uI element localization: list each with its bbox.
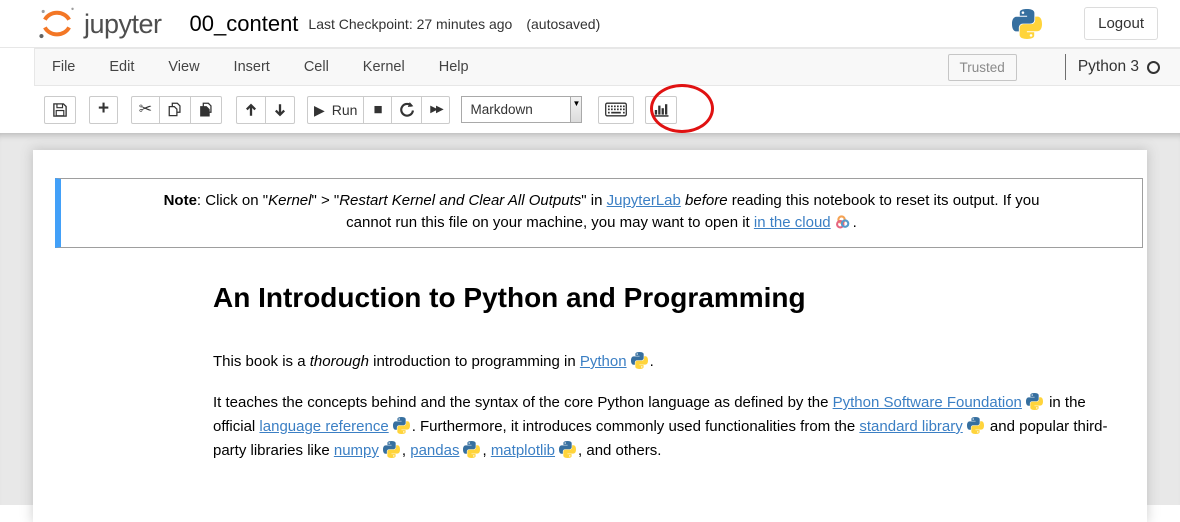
note-cell[interactable]: Note: Click on "Kernel" > "Restart Kerne… (55, 178, 1143, 248)
interrupt-kernel-button[interactable]: ■ (363, 96, 392, 124)
kernel-idle-icon (1147, 61, 1160, 74)
arrow-up-icon (243, 102, 259, 118)
play-icon: ▶ (314, 103, 325, 117)
dropdown-strip: ▼ (570, 97, 581, 122)
paste-cell-button[interactable] (190, 96, 222, 124)
restart-run-all-button[interactable]: ▶▶ (421, 96, 450, 124)
binder-icon (835, 214, 851, 230)
fast-forward-icon: ▶▶ (430, 104, 441, 115)
python-icon (967, 417, 984, 434)
content-link[interactable]: language reference (259, 418, 411, 435)
jupyter-logo[interactable]: jupyter (38, 4, 162, 44)
cell-type-value: Markdown (462, 102, 570, 117)
logout-button[interactable]: Logout (1084, 7, 1158, 40)
menu-edit[interactable]: Edit (92, 49, 151, 85)
stop-icon: ■ (373, 102, 382, 117)
notebook-area: Note: Click on "Kernel" > "Restart Kerne… (0, 133, 1180, 505)
menubar: File Edit View Insert Cell Kernel Help T… (34, 48, 1180, 86)
add-cell-button[interactable]: + (89, 96, 118, 124)
markdown-cell[interactable]: An Introduction to Python and Programmin… (213, 283, 1125, 463)
kernel-divider (1065, 54, 1066, 80)
python-icon (631, 352, 648, 369)
content-link[interactable]: pandas (410, 442, 482, 459)
chevron-down-icon: ▼ (573, 100, 581, 122)
menu-help[interactable]: Help (422, 49, 486, 85)
copy-cell-button[interactable] (159, 96, 191, 124)
page-title: An Introduction to Python and Programmin… (213, 283, 1125, 313)
jupyter-wordmark: jupyter (84, 4, 162, 44)
jupyter-logo-icon (38, 4, 76, 44)
trusted-badge[interactable]: Trusted (948, 54, 1017, 81)
bar-chart-icon (652, 101, 670, 118)
notebook-page: Note: Click on "Kernel" > "Restart Kerne… (33, 150, 1147, 522)
python-icon (559, 441, 576, 458)
cut-cell-button[interactable]: ✂ (131, 96, 160, 124)
python-icon (393, 417, 410, 434)
content-link[interactable]: matplotlib (491, 442, 578, 459)
content-link[interactable]: numpy (334, 442, 402, 459)
save-icon (51, 101, 69, 119)
command-palette-button[interactable] (598, 96, 634, 124)
plus-icon: + (98, 99, 109, 118)
restart-icon (398, 101, 415, 118)
move-cell-up-button[interactable] (236, 96, 266, 124)
notebook-header: jupyter 00_content Last Checkpoint: 27 m… (0, 0, 1180, 48)
kernel-name: Python 3 (1078, 58, 1139, 76)
run-cell-button[interactable]: ▶ Run (307, 96, 364, 124)
python-icon (383, 441, 400, 458)
run-group: ▶ Run ■ ▶▶ (307, 96, 450, 124)
menu-kernel[interactable]: Kernel (346, 49, 422, 85)
clipboard-group: ✂ (131, 96, 222, 124)
toolbar: + ✂ ▶ (0, 86, 1180, 133)
paste-icon (197, 101, 215, 119)
arrow-down-icon (272, 102, 288, 118)
menu-insert[interactable]: Insert (217, 49, 287, 85)
notebook-title[interactable]: 00_content (190, 11, 299, 37)
save-button[interactable] (44, 96, 76, 124)
scissors-icon: ✂ (139, 102, 152, 118)
move-cell-down-button[interactable] (265, 96, 295, 124)
description-paragraph: It teaches the concepts behind and the s… (213, 391, 1125, 463)
content-link[interactable]: Python Software Foundation (833, 394, 1045, 411)
menu-view[interactable]: View (151, 49, 216, 85)
menu-file[interactable]: File (35, 49, 92, 85)
chart-extension-button[interactable] (645, 96, 677, 124)
move-group (236, 96, 295, 124)
run-label: Run (332, 102, 358, 118)
content-link[interactable]: Python (580, 353, 650, 370)
restart-kernel-button[interactable] (391, 96, 422, 124)
content-link[interactable]: standard library (859, 418, 985, 435)
cell-type-dropdown[interactable]: Markdown ▼ (461, 96, 582, 123)
copy-icon (166, 101, 184, 119)
python-icon (463, 441, 480, 458)
content-link[interactable]: JupyterLab (607, 192, 681, 209)
content-link[interactable]: in the cloud (754, 214, 831, 231)
python-icon (1026, 393, 1043, 410)
python-logo (1012, 9, 1042, 39)
autosave-status: (autosaved) (526, 16, 600, 32)
menu-cell[interactable]: Cell (287, 49, 346, 85)
intro-paragraph: This book is a thorough introduction to … (213, 350, 1125, 374)
keyboard-icon (605, 102, 627, 117)
checkpoint-status: Last Checkpoint: 27 minutes ago (308, 16, 512, 32)
